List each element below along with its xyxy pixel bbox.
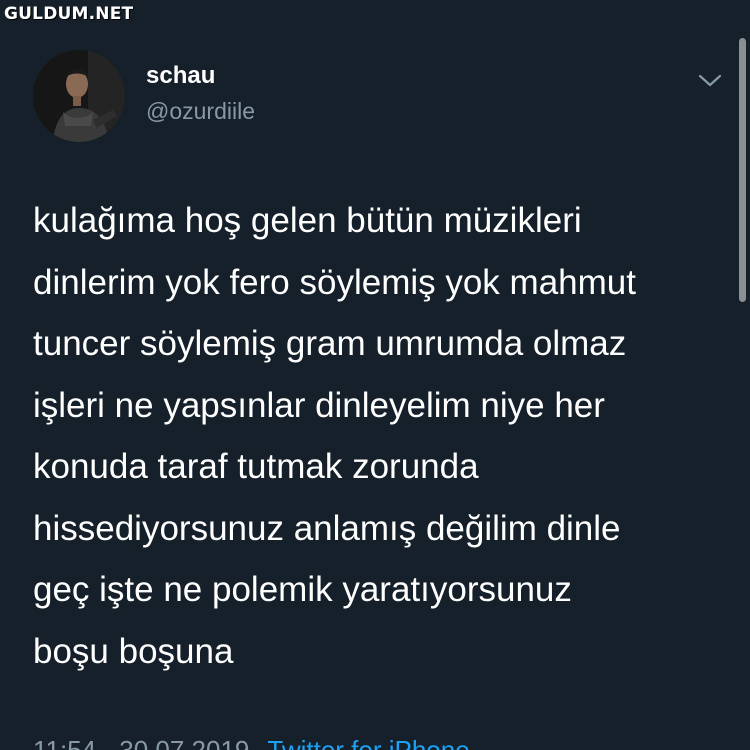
profile-photo <box>33 50 125 142</box>
tweet-text-line: hissediyorsunuz anlamış değilim dinle <box>33 508 621 548</box>
tweet-timestamp[interactable]: 11:54 · 30.07.2019 <box>33 735 249 750</box>
tweet-text: kulağıma hoş gelen bütün müzikleri dinle… <box>33 190 733 682</box>
chevron-down-icon[interactable] <box>696 70 724 90</box>
display-name[interactable]: schau <box>146 62 215 90</box>
avatar[interactable] <box>33 50 125 142</box>
user-handle[interactable]: @ozurdiile <box>146 98 255 125</box>
tweet-meta: 11:54 · 30.07.2019 Twitter for iPhone <box>33 735 470 750</box>
tweet-text-line: boşu boşuna <box>33 631 234 671</box>
tweet-text-line: işleri ne yapsınlar dinleyelim niye her <box>33 385 605 425</box>
tweet-text-line: konuda taraf tutmak zorunda <box>33 447 479 486</box>
scrollbar[interactable] <box>739 38 746 302</box>
tweet-text-line: tuncer söylemiş gram umrumda olmaz <box>33 324 627 363</box>
tweet-text-line: geç işte ne polemik yaratıyorsunuz <box>33 570 572 609</box>
tweet-source-link[interactable]: Twitter for iPhone <box>267 735 469 750</box>
tweet-text-line: dinlerim yok fero söylemiş yok mahmut <box>33 262 636 302</box>
tweet-text-line: kulağıma hoş gelen bütün müzikleri <box>33 201 582 240</box>
watermark-logo: GULDUM.NET <box>4 4 134 24</box>
